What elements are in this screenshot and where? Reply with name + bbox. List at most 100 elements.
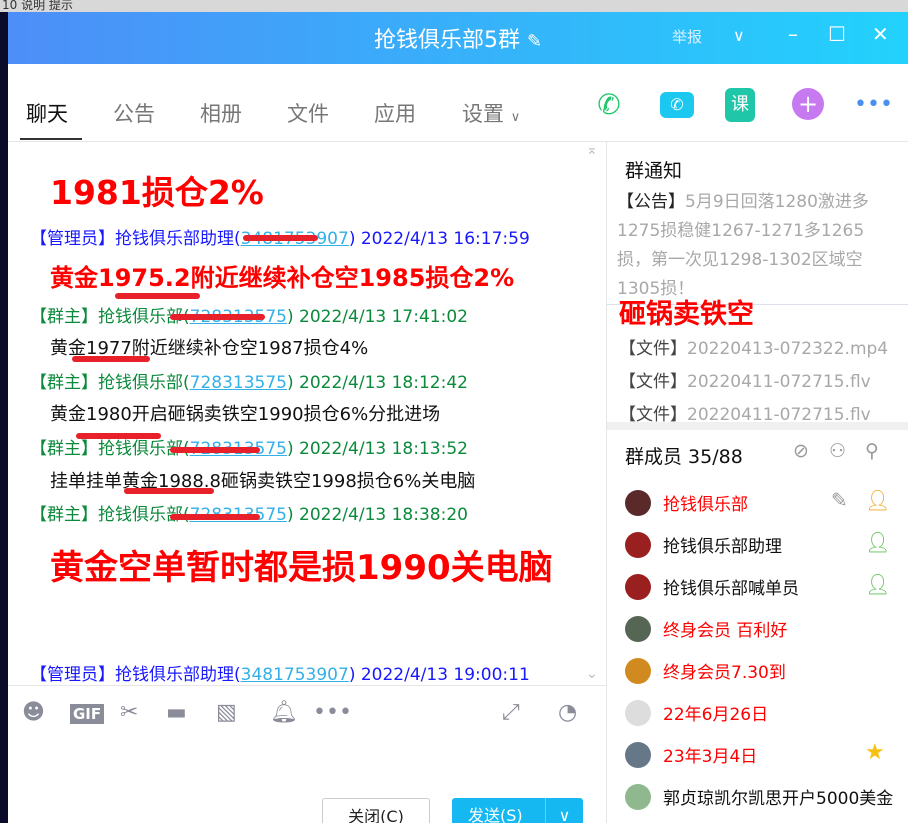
- scissors-icon[interactable]: ✂: [120, 700, 138, 725]
- admin-badge-icon: 👤︎: [865, 530, 891, 554]
- group-notice[interactable]: 【公告】5月9日回落1280激进多1275损稳健1267-1271多1265损，…: [617, 188, 897, 300]
- member-name: 抢钱俱乐部助理: [663, 537, 782, 557]
- redaction-scribble: [170, 447, 260, 453]
- more-icon[interactable]: •••: [313, 700, 352, 725]
- side-panel: 群通知 【公告】5月9日回落1280激进多1275损稳健1267-1271多12…: [606, 142, 908, 823]
- annotation-text: 砸锅卖铁空: [619, 299, 754, 330]
- avatar: [625, 658, 651, 684]
- redaction-scribble: [170, 314, 265, 320]
- avatar: [625, 742, 651, 768]
- star-badge-icon: ★: [865, 740, 885, 765]
- close-chat-button[interactable]: 关闭(C): [322, 798, 430, 823]
- member-item[interactable]: 终身会员 百利好: [625, 614, 908, 644]
- emoji-icon[interactable]: ☻: [22, 700, 45, 725]
- member-item[interactable]: 郭贞琼凯尔凯思开户5000美金: [625, 782, 908, 812]
- message-text: 黄金1975.2附近继续补仓空1985损仓2%: [50, 264, 515, 292]
- member-name: 抢钱俱乐部喊单员: [663, 579, 799, 599]
- redaction-scribble: [115, 293, 200, 299]
- window-title: 抢钱俱乐部5群 ✎: [373, 28, 543, 53]
- edit-icon[interactable]: ✎: [831, 488, 848, 512]
- mute-all-icon[interactable]: ⊘: [793, 440, 809, 462]
- report-button[interactable]: 举报: [672, 26, 702, 47]
- member-item[interactable]: 终身会员7.30到: [625, 656, 908, 686]
- owner-badge-icon: 👤︎: [865, 488, 891, 512]
- add-app-icon[interactable]: +: [792, 88, 824, 120]
- active-tab-indicator: [20, 138, 82, 140]
- edit-title-icon[interactable]: ✎: [527, 31, 542, 52]
- member-item[interactable]: 抢钱俱乐部助理 👤︎: [625, 530, 908, 560]
- member-item[interactable]: 23年3月4日 ★: [625, 740, 908, 770]
- avatar: [625, 574, 651, 600]
- course-icon[interactable]: 课: [725, 88, 755, 122]
- message-list[interactable]: ⌅ 1981损仓2% 【管理员】抢钱俱乐部助理(3481753907) 2022…: [8, 142, 606, 685]
- member-name: 终身会员 百利好: [663, 621, 788, 641]
- annotation-text: 1981损仓2%: [50, 173, 264, 212]
- member-item[interactable]: 抢钱俱乐部喊单员 👤︎: [625, 572, 908, 602]
- phone-icon[interactable]: ✆: [592, 88, 626, 122]
- redaction-scribble: [72, 356, 150, 362]
- tab-bar: 聊天 公告 相册 文件 应用 设置 ∨ ✆ ✆ 课 + •••: [8, 64, 908, 142]
- sender-name[interactable]: 抢钱俱乐部助理: [115, 229, 234, 249]
- message-text: 挂单挂单黄金1988.8砸锅卖铁空1998损仓6%关电脑: [50, 471, 476, 492]
- maximize-button[interactable]: ☐: [828, 22, 846, 46]
- close-button[interactable]: ✕: [872, 22, 889, 46]
- file-item[interactable]: 【文件】20220413-072322.mp4: [619, 334, 888, 359]
- chevron-down-icon[interactable]: ∨: [733, 26, 745, 45]
- member-name: 郭贞琼凯尔凯思开户5000美金: [663, 789, 894, 809]
- video-call-icon[interactable]: ✆: [660, 92, 694, 118]
- send-options-chevron-icon[interactable]: ∨: [545, 798, 583, 823]
- scroll-bottom-icon[interactable]: ⌄: [586, 666, 598, 682]
- avatar: [625, 532, 651, 558]
- divider: [607, 422, 908, 430]
- chevron-down-icon: ∨: [510, 110, 521, 125]
- background-app-strip: [0, 12, 8, 823]
- admin-badge-icon: 👤︎: [865, 572, 891, 596]
- tab-settings[interactable]: 设置 ∨: [462, 98, 520, 128]
- bell-icon[interactable]: 🔔︎: [270, 700, 298, 725]
- redaction-scribble: [243, 235, 318, 241]
- file-item[interactable]: 【文件】20220411-072715.flv: [619, 367, 871, 392]
- sender-name[interactable]: 抢钱俱乐部助理: [115, 665, 234, 685]
- member-item[interactable]: 抢钱俱乐部 ✎ 👤︎: [625, 488, 908, 518]
- notice-title: 群通知: [625, 160, 683, 182]
- tab-album[interactable]: 相册: [200, 98, 242, 128]
- message-input[interactable]: [8, 746, 606, 796]
- avatar: [625, 616, 651, 642]
- tab-chat[interactable]: 聊天: [26, 98, 68, 128]
- add-member-icon[interactable]: ⚇: [829, 440, 846, 462]
- tab-apps[interactable]: 应用: [374, 98, 416, 128]
- member-name: 22年6月26日: [663, 705, 769, 725]
- sender-name[interactable]: 抢钱俱乐部: [98, 373, 183, 393]
- image-icon[interactable]: ▧: [216, 700, 237, 725]
- more-icon[interactable]: •••: [854, 88, 893, 122]
- avatar: [625, 490, 651, 516]
- input-area: ☻ GIF ✂ ▬ ▧ 🔔︎ ••• ⤢ ◔ 关闭(C) 发送(S) ∨: [8, 685, 606, 823]
- message-text: 黄金1980开启砸锅卖铁空1990损仓6%分批进场: [50, 404, 441, 425]
- sender-qq-link[interactable]: 3481753907: [241, 665, 349, 685]
- message-header: 【管理员】抢钱俱乐部助理(3481753907) 2022/4/13 19:00…: [30, 665, 530, 685]
- background-app-text: 10 说明 提示: [2, 0, 73, 12]
- message-text: 黄金空单暂时都是损1990关电脑: [50, 548, 553, 588]
- message-header: 【群主】抢钱俱乐部(728313575) 2022/4/13 18:12:42: [30, 373, 468, 393]
- folder-icon[interactable]: ▬: [166, 700, 187, 725]
- avatar: [625, 784, 651, 810]
- redaction-scribble: [76, 433, 161, 439]
- sender-qq-link[interactable]: 728313575: [190, 373, 287, 393]
- background-app-bar: 10 说明 提示: [0, 0, 908, 12]
- member-name: 抢钱俱乐部: [663, 495, 748, 515]
- gif-icon[interactable]: GIF: [70, 704, 105, 724]
- scroll-top-icon[interactable]: ⌅: [586, 142, 598, 158]
- tab-announcement[interactable]: 公告: [113, 98, 155, 128]
- minimize-button[interactable]: –: [788, 22, 798, 46]
- message-header: 【群主】抢钱俱乐部(728313575) 2022/4/13 18:38:20: [30, 505, 468, 525]
- send-button[interactable]: 发送(S) ∨: [452, 798, 583, 823]
- history-clock-icon[interactable]: ◔: [558, 700, 577, 725]
- title-bar[interactable]: 抢钱俱乐部5群 ✎ 举报 ∨ – ☐ ✕: [8, 12, 908, 64]
- redaction-scribble: [124, 488, 214, 494]
- tab-files[interactable]: 文件: [287, 98, 329, 128]
- search-icon[interactable]: ⚲: [865, 440, 879, 462]
- member-name: 23年3月4日: [663, 747, 758, 767]
- avatar: [625, 700, 651, 726]
- member-item[interactable]: 22年6月26日: [625, 698, 908, 728]
- expand-icon[interactable]: ⤢: [502, 700, 520, 725]
